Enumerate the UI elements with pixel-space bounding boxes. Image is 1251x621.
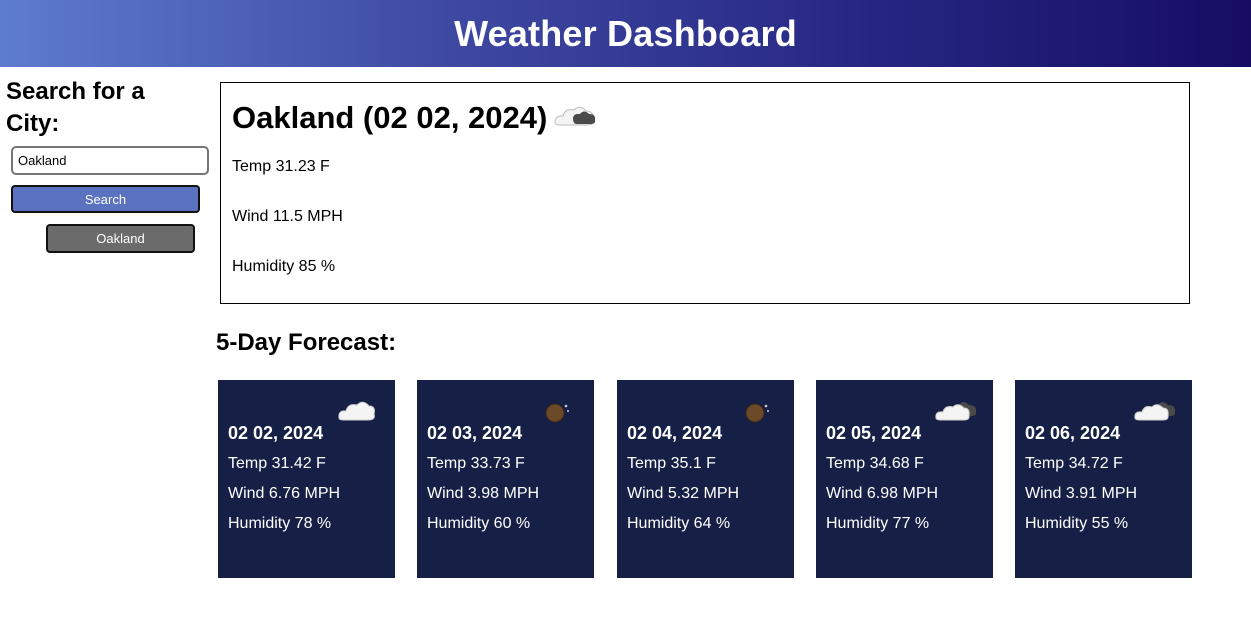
forecast-temp: Temp 33.73 F [427,455,525,472]
forecast-temp: Temp 31.42 F [228,455,326,472]
forecast-temp: Temp 34.72 F [1025,455,1123,472]
forecast-wind: Wind 5.32 MPH [627,485,740,502]
current-weather-panel: Oakland (02 02, 2024) Temp 31.23 F Wind … [220,82,1190,304]
forecast-card: 02 03, 2024 Temp 33.73 F Wind 3.98 MPH H… [417,380,594,578]
current-humidity: Humidity 85 % [232,258,336,275]
forecast-humidity: Humidity 77 % [826,515,930,532]
header-banner: Weather Dashboard [0,0,1251,67]
forecast-wind: Wind 3.91 MPH [1025,485,1138,502]
forecast-card: 02 05, 2024 Temp 34.68 F Wind 6.98 MPH H… [816,380,993,578]
current-city-title: Oakland (02 02, 2024) [232,100,548,135]
forecast-card: 02 02, 2024 Temp 31.42 F Wind 6.76 MPH H… [218,380,395,578]
forecast-date: 02 04, 2024 [627,423,723,443]
current-temp: Temp 31.23 F [232,158,330,175]
few-clouds-icon [553,101,597,136]
forecast-wind: Wind 6.98 MPH [826,485,939,502]
page-title: Weather Dashboard [454,12,797,54]
forecast-humidity: Humidity 55 % [1025,515,1129,532]
forecast-date: 02 02, 2024 [228,423,324,443]
current-wind: Wind 11.5 MPH [232,208,343,225]
clear-night-icon [543,400,571,429]
current-title-row: Oakland (02 02, 2024) [232,100,597,136]
history-button-oakland[interactable]: Oakland [46,224,195,253]
forecast-card: 02 04, 2024 Temp 35.1 F Wind 5.32 MPH Hu… [617,380,794,578]
forecast-card: 02 06, 2024 Temp 34.72 F Wind 3.91 MPH H… [1015,380,1192,578]
city-search-input[interactable] [11,146,209,175]
sidebar: Search for a City: Search Oakland [6,76,211,253]
cloud-icon [336,394,376,429]
forecast-humidity: Humidity 60 % [427,515,531,532]
clear-night-icon [743,400,771,429]
forecast-temp: Temp 35.1 F [627,455,716,472]
forecast-wind: Wind 6.76 MPH [228,485,341,502]
forecast-humidity: Humidity 64 % [627,515,731,532]
forecast-heading: 5-Day Forecast: [216,329,397,356]
search-button[interactable]: Search [11,185,200,213]
broken-clouds-icon [1133,394,1177,429]
forecast-wind: Wind 3.98 MPH [427,485,540,502]
broken-clouds-icon [934,394,978,429]
forecast-temp: Temp 34.68 F [826,455,924,472]
forecast-date: 02 05, 2024 [826,423,922,443]
forecast-humidity: Humidity 78 % [228,515,332,532]
forecast-date: 02 03, 2024 [427,423,523,443]
forecast-date: 02 06, 2024 [1025,423,1121,443]
search-heading: Search for a City: [6,78,145,137]
